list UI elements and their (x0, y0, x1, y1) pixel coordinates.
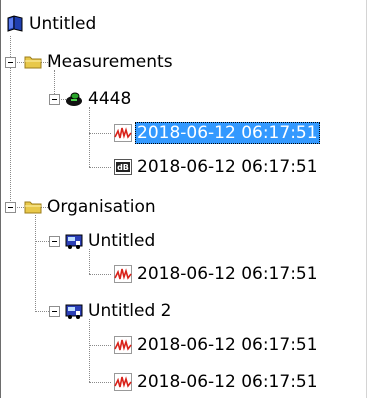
tree-node-label: Organisation (47, 197, 156, 217)
folder-icon (24, 53, 42, 71)
tree-node-measurement[interactable]: dB 2018-06-12 06:17:51 (114, 155, 320, 179)
collapse-toggle-group-2[interactable] (49, 306, 60, 317)
tree-node-label: Untitled 2 (88, 301, 172, 321)
tree-line (89, 167, 111, 168)
tree-node-label: Untitled (29, 14, 97, 34)
left-border (0, 0, 1, 398)
collapse-toggle-device[interactable] (49, 94, 60, 105)
tree-node-label: 2018-06-12 06:17:51 (135, 122, 320, 144)
db-icon: dB (114, 158, 132, 176)
tree-node-measurement[interactable]: 2018-06-12 06:17:51 (114, 262, 320, 286)
book-icon (6, 15, 24, 33)
tree-line (89, 274, 111, 275)
tree-line (35, 311, 49, 312)
vehicle-icon (65, 232, 83, 250)
collapse-toggle-group-1[interactable] (49, 236, 60, 247)
tree-line (89, 107, 90, 167)
chart-icon (114, 265, 132, 283)
tree-node-root[interactable]: Untitled (6, 12, 98, 36)
device-icon (65, 90, 83, 108)
tree-node-measurements[interactable]: Measurements (24, 50, 175, 74)
tree-line (89, 382, 111, 383)
tree-node-measurement[interactable]: 2018-06-12 06:17:51 (114, 121, 320, 145)
tree-node-label: Untitled (88, 231, 156, 251)
tree-node-organisation[interactable]: Organisation (24, 195, 158, 219)
chart-icon (114, 373, 132, 391)
tree-line (35, 215, 36, 312)
tree-node-label: 2018-06-12 06:17:51 (137, 335, 318, 355)
tree-line (89, 319, 90, 382)
vehicle-icon (65, 302, 83, 320)
tree-node-device[interactable]: 4448 (65, 87, 133, 111)
tree-node-group[interactable]: Untitled (65, 229, 157, 253)
folder-icon (24, 198, 42, 216)
chart-icon (114, 336, 132, 354)
tree-node-measurement[interactable]: 2018-06-12 06:17:51 (114, 333, 320, 357)
tree-node-label: 2018-06-12 06:17:51 (137, 372, 318, 392)
chart-icon (114, 124, 132, 142)
tree-line (89, 345, 111, 346)
tree-line (89, 133, 111, 134)
collapse-toggle-measurements[interactable] (5, 57, 16, 68)
tree-node-label: 4448 (88, 89, 132, 109)
tree-node-measurement[interactable]: 2018-06-12 06:17:51 (114, 370, 320, 394)
tree-node-group[interactable]: Untitled 2 (65, 299, 173, 323)
tree-line (35, 241, 49, 242)
svg-text:dB: dB (117, 163, 129, 172)
tree-node-label: 2018-06-12 06:17:51 (137, 264, 318, 284)
tree-view[interactable]: Untitled Measurements 4448 2018-06-12 06… (0, 0, 367, 398)
collapse-toggle-organisation[interactable] (5, 202, 16, 213)
tree-node-label: 2018-06-12 06:17:51 (137, 157, 318, 177)
tree-node-label: Measurements (47, 52, 173, 72)
